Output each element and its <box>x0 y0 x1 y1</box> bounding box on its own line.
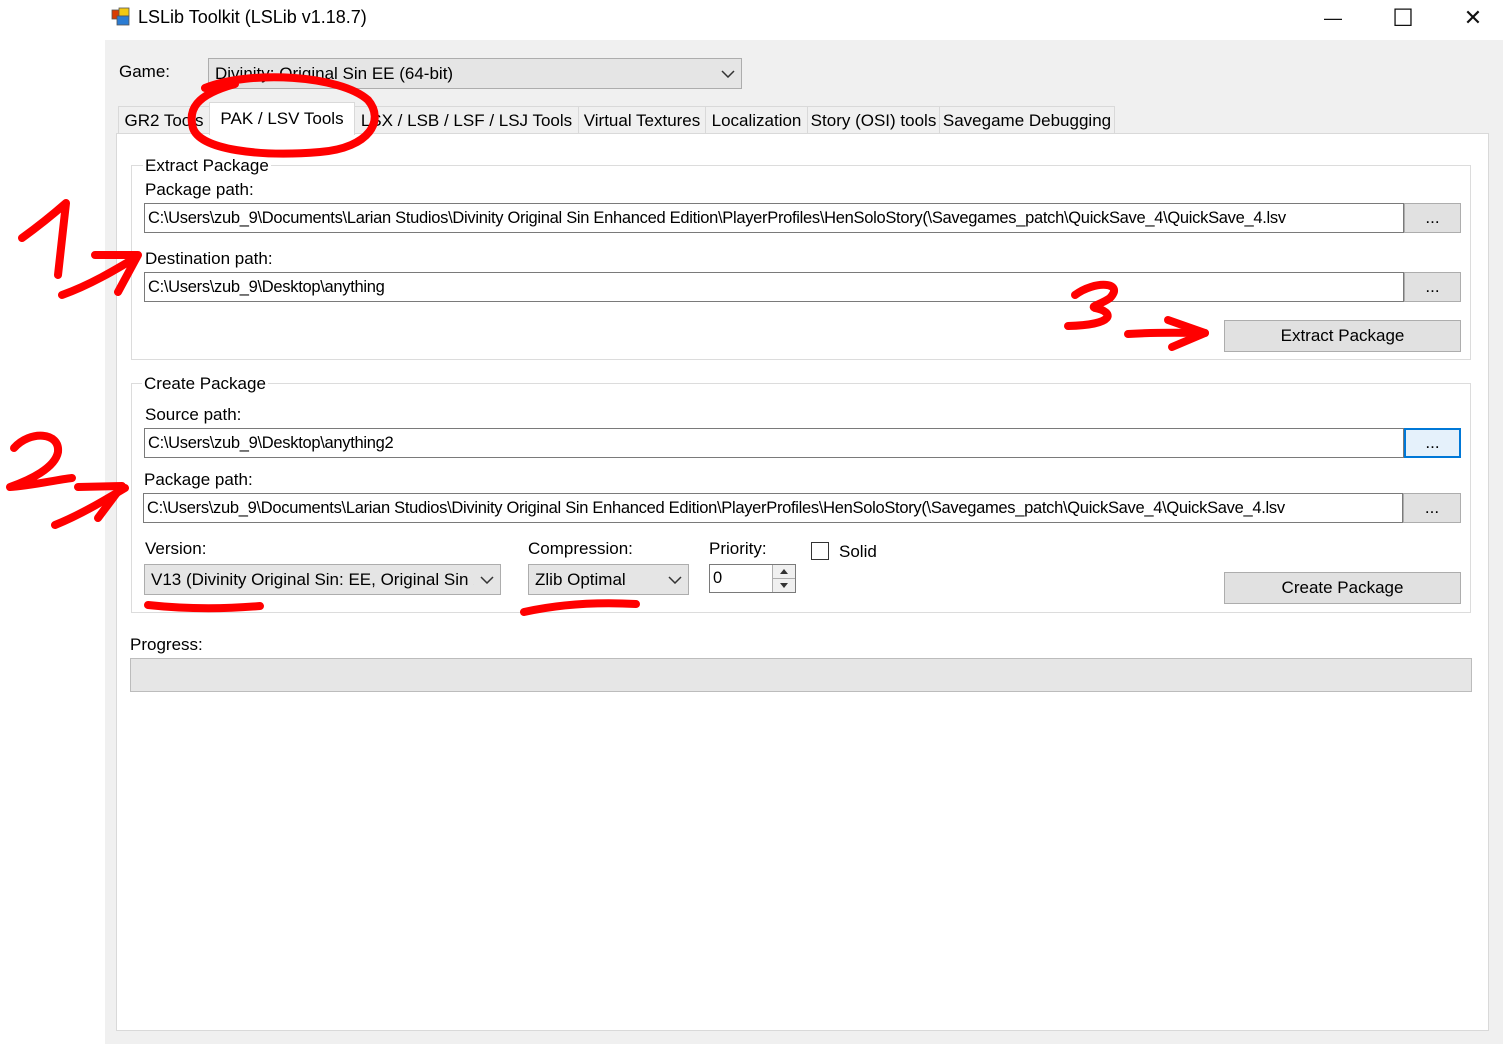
destination-browse-button[interactable]: ... <box>1404 272 1461 302</box>
extract-package-browse-button[interactable]: ... <box>1404 203 1461 233</box>
close-icon: ✕ <box>1463 5 1483 30</box>
maximize-button[interactable]: ☐ <box>1368 0 1438 36</box>
destination-path-label: Destination path: <box>145 249 273 268</box>
tab-pak-lsv-tools[interactable]: PAK / LSV Tools <box>209 102 355 135</box>
tab-gr2-tools[interactable]: GR2 Tools <box>118 106 210 134</box>
chevron-down-icon <box>662 565 688 594</box>
tab-story-osi-tools[interactable]: Story (OSI) tools <box>807 106 940 134</box>
priority-spin-buttons[interactable] <box>772 565 795 592</box>
game-label: Game: <box>119 62 171 81</box>
create-package-path-label: Package path: <box>144 470 253 489</box>
extract-package-path-input[interactable]: C:\Users\zub_9\Documents\Larian Studios\… <box>144 203 1404 233</box>
tab-label: Savegame Debugging <box>942 110 1112 130</box>
tab-label: Localization <box>711 110 802 130</box>
annotation-number-2 <box>6 431 76 491</box>
solid-checkbox[interactable] <box>811 542 829 560</box>
chevron-down-icon <box>715 59 741 88</box>
game-select[interactable]: Divinity: Original Sin EE (64-bit) <box>208 58 742 89</box>
minimize-icon: — <box>1324 7 1342 28</box>
create-package-browse-button[interactable]: ... <box>1403 493 1461 523</box>
create-group-title: Create Package <box>142 374 268 394</box>
priority-value: 0 <box>713 569 722 587</box>
create-package-path-input[interactable]: C:\Users\zub_9\Documents\Larian Studios\… <box>143 493 1403 523</box>
minimize-button[interactable]: — <box>1298 0 1368 36</box>
tab-label: LSX / LSB / LSF / LSJ Tools <box>360 110 573 130</box>
title-bar: LSLib Toolkit (LSLib v1.18.7) — ☐ ✕ <box>0 0 1503 38</box>
close-button[interactable]: ✕ <box>1438 0 1503 36</box>
version-select[interactable]: V13 (Divinity Original Sin: EE, Original… <box>144 564 501 595</box>
tab-label: Story (OSI) tools <box>810 110 937 130</box>
game-select-value: Divinity: Original Sin EE (64-bit) <box>215 63 454 83</box>
version-label: Version: <box>145 539 207 558</box>
priority-stepper[interactable]: 0 <box>709 564 796 593</box>
tab-virtual-textures[interactable]: Virtual Textures <box>578 106 706 134</box>
tab-label: Virtual Textures <box>583 110 701 130</box>
progress-bar <box>130 658 1472 692</box>
tab-label: PAK / LSV Tools <box>220 109 344 128</box>
priority-label: Priority: <box>709 539 767 558</box>
progress-label: Progress: <box>130 635 203 654</box>
destination-path-input[interactable]: C:\Users\zub_9\Desktop\anything <box>144 272 1404 302</box>
solid-label: Solid <box>839 542 877 561</box>
compression-select-value: Zlib Optimal <box>535 569 626 589</box>
maximize-icon: ☐ <box>1392 4 1414 32</box>
window-title: LSLib Toolkit (LSLib v1.18.7) <box>138 7 367 27</box>
source-path-label: Source path: <box>145 405 242 424</box>
compression-label: Compression: <box>528 539 633 558</box>
app-icon <box>111 7 131 27</box>
chevron-down-icon <box>474 565 500 594</box>
extract-package-path-label: Package path: <box>145 180 254 199</box>
compression-select[interactable]: Zlib Optimal <box>528 564 689 595</box>
version-select-value: V13 (Divinity Original Sin: EE, Original… <box>151 569 474 589</box>
extract-package-button[interactable]: Extract Package <box>1224 320 1461 352</box>
tab-savegame-debugging[interactable]: Savegame Debugging <box>939 106 1115 134</box>
tab-lsx-lsb-lsf-lsj-tools[interactable]: LSX / LSB / LSF / LSJ Tools <box>354 106 579 134</box>
create-package-button[interactable]: Create Package <box>1224 572 1461 604</box>
extract-group-title: Extract Package <box>143 156 271 176</box>
spin-down-icon[interactable] <box>773 579 795 592</box>
tab-localization[interactable]: Localization <box>705 106 808 134</box>
source-browse-button[interactable]: ... <box>1404 428 1461 458</box>
spin-up-icon[interactable] <box>773 565 795 579</box>
source-path-input[interactable]: C:\Users\zub_9\Desktop\anything2 <box>144 428 1404 458</box>
annotation-number-1 <box>18 199 70 279</box>
tab-label: GR2 Tools <box>124 110 204 130</box>
